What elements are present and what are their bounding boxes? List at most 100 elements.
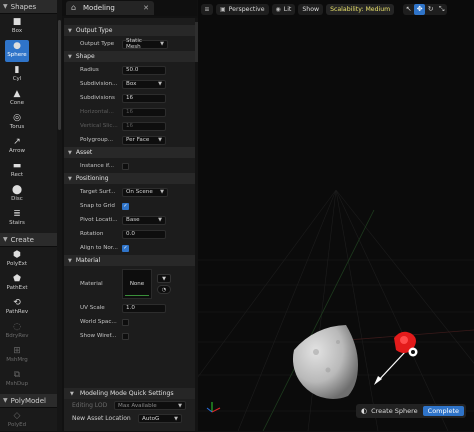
material-browse-button[interactable]: ◔ <box>157 285 171 294</box>
subdivision-type-combo[interactable]: Box ▼ <box>122 79 166 89</box>
tool-polyext[interactable]: ⬢ PolyExt <box>5 249 29 271</box>
category-material[interactable]: ▼ Material <box>64 255 195 266</box>
chevron-down-icon: ▼ <box>158 81 162 87</box>
property-label: Target Surf... <box>80 189 116 195</box>
perspective-button[interactable]: ▣ Perspective <box>216 3 269 15</box>
tool-arrow[interactable]: ↗ Arrow <box>5 136 29 158</box>
uv-scale-input[interactable]: 1.0 <box>122 303 166 313</box>
uv-scale-row: UV Scale 1.0 <box>64 301 195 315</box>
chevron-down-icon: ▼ <box>68 149 72 156</box>
tool-label: Cone <box>9 100 25 106</box>
level-viewport[interactable]: ≡ ▣ Perspective ◉ Lit Show Scalability: Me… <box>198 0 474 431</box>
radius-input[interactable]: 50.0 <box>122 65 166 75</box>
collapse-caret-icon: ▼ <box>3 236 8 243</box>
property-label: Show Wiref... <box>80 333 117 339</box>
property-label: UV Scale <box>80 305 105 311</box>
output-type-combo[interactable]: Static Mesh ▼ <box>122 38 168 50</box>
tool-pathrev[interactable]: ⟲ PathRev <box>5 297 29 319</box>
material-row: Material None ▼ ◔ <box>64 267 195 301</box>
new-asset-location-combo[interactable]: AutoG ▼ <box>138 414 182 423</box>
lit-button[interactable]: ◉ Lit <box>271 3 296 15</box>
material-picker-button[interactable]: ▼ <box>157 274 171 283</box>
viewport-toolbar: ≡ ▣ Perspective ◉ Lit Show Scalability: Me… <box>198 2 474 16</box>
quick-settings-header[interactable]: ▼ Modeling Mode Quick Settings <box>64 388 195 399</box>
category-asset[interactable]: ▼ Asset <box>64 147 195 158</box>
show-wireframe-checkbox[interactable] <box>122 332 129 340</box>
tool-box[interactable]: ■ Box <box>5 16 29 38</box>
rotate-icon[interactable]: ↻ <box>425 4 436 15</box>
tool-stairs[interactable]: ≣ Stairs <box>5 208 29 230</box>
property-label: Horizontal... <box>80 109 114 115</box>
target-surface-combo[interactable]: On Scene ▼ <box>122 187 168 197</box>
property-label: World Spac... <box>80 319 117 325</box>
collapse-caret-icon: ▼ <box>3 3 8 10</box>
show-button[interactable]: Show <box>298 3 324 15</box>
tool-bdryrev[interactable]: ◌ BdryRev <box>5 321 29 343</box>
tool-label: Rect <box>10 172 24 178</box>
tool-pathext[interactable]: ⬟ PathExt <box>5 273 29 295</box>
tool-sphere[interactable]: ● Sphere <box>5 40 29 62</box>
select-cursor-icon[interactable]: ↖ <box>403 4 414 15</box>
horizontal-slices-input[interactable]: 16 <box>122 107 166 117</box>
rotation-input[interactable]: 0.0 <box>122 229 166 239</box>
polygroup-combo[interactable]: Per Face ▼ <box>122 135 166 145</box>
vertical-slices-input[interactable]: 16 <box>122 121 166 131</box>
rect-icon: ▬ <box>12 161 22 171</box>
combo-value: Box <box>126 81 137 87</box>
tab-modeling[interactable]: ⌂ Modeling ✕ <box>66 1 154 15</box>
tool-label: PolyEd <box>7 422 27 428</box>
tool-palette: ▼ Shapes ■ Box ● Sphere ▮ Cyl ▲ Cone ◎ Torus ↗ Arrow… <box>0 0 58 431</box>
category-title: Positioning <box>75 175 109 182</box>
placement-gizmo[interactable] <box>374 331 418 385</box>
tool-polyed[interactable]: ◇ PolyEd <box>5 410 29 432</box>
sphere-preview[interactable] <box>292 325 358 399</box>
instance-checkbox[interactable] <box>122 162 129 170</box>
snap-to-grid-row: Snap to Grid ✓ <box>64 199 195 213</box>
property-label: Rotation <box>80 231 104 237</box>
tool-disc[interactable]: ⬤ Disc <box>5 184 29 206</box>
category-output-type[interactable]: ▼ Output Type <box>64 25 195 36</box>
combo-value: Max Available <box>118 402 157 409</box>
world-space-checkbox[interactable] <box>122 318 129 326</box>
palette-scrollbar-thumb[interactable] <box>58 20 61 130</box>
scalability-button[interactable]: Scalability: Medium <box>326 3 395 15</box>
category-positioning[interactable]: ▼ Positioning <box>64 173 195 184</box>
pivot-location-combo[interactable]: Base ▼ <box>122 215 166 225</box>
horizontal-slices-row: Horizontal... 16 <box>64 105 195 119</box>
combo-value: Static Mesh <box>126 38 142 50</box>
polymodel-section-header[interactable]: ▼ PolyModel <box>0 394 57 408</box>
rotation-row: Rotation 0.0 <box>64 227 195 241</box>
category-shape[interactable]: ▼ Shape <box>64 51 195 62</box>
tool-mshdup[interactable]: ⧉ MshDup <box>5 369 29 391</box>
editing-lod-combo[interactable]: Max Available ▼ <box>114 401 186 410</box>
subdivisions-input[interactable]: 16 <box>122 93 166 103</box>
subdivisions-row: Subdivisions 16 <box>64 91 195 105</box>
tool-torus[interactable]: ◎ Torus <box>5 112 29 134</box>
chevron-down-icon: ▼ <box>68 53 72 60</box>
complete-button[interactable]: Complete <box>422 406 464 416</box>
cone-icon: ▲ <box>13 89 21 99</box>
material-thumbnail[interactable]: None <box>122 269 152 299</box>
property-label: Subdivision... <box>80 81 118 87</box>
chevron-down-icon: ▼ <box>158 137 162 143</box>
tool-rect[interactable]: ▬ Rect <box>5 160 29 182</box>
scale-icon[interactable]: ⤡ <box>436 4 447 15</box>
snap-to-grid-checkbox[interactable]: ✓ <box>122 202 129 210</box>
align-to-normal-checkbox[interactable]: ✓ <box>122 244 129 252</box>
tool-mshmrg[interactable]: ⊞ MshMrg <box>5 345 29 367</box>
chevron-down-icon: ▼ <box>70 390 74 397</box>
quick-settings-panel: ▼ Modeling Mode Quick Settings Editing LO… <box>64 388 195 431</box>
create-list: ⬢ PolyExt ⬟ PathExt ⟲ PathRev ◌ BdryRev ⊞ MshMrg ⧉… <box>0 249 57 391</box>
close-icon[interactable]: ✕ <box>143 4 149 12</box>
unreal-modeling-mode: ▼ Shapes ■ Box ● Sphere ▮ Cyl ▲ Cone ◎ Torus ↗ Arrow… <box>0 0 474 431</box>
property-label: Output Type <box>80 41 115 47</box>
translate-icon[interactable]: ✥ <box>414 3 426 15</box>
shapes-section-header[interactable]: ▼ Shapes <box>0 0 57 14</box>
tool-cyl[interactable]: ▮ Cyl <box>5 64 29 86</box>
create-section-header[interactable]: ▼ Create <box>0 233 57 247</box>
property-label: Radius <box>80 67 99 73</box>
details-tab-strip: ⌂ Modeling ✕ <box>62 0 197 16</box>
viewport-menu-button[interactable]: ≡ <box>201 3 213 15</box>
section-title: Modeling Mode Quick Settings <box>79 390 174 397</box>
tool-cone[interactable]: ▲ Cone <box>5 88 29 110</box>
